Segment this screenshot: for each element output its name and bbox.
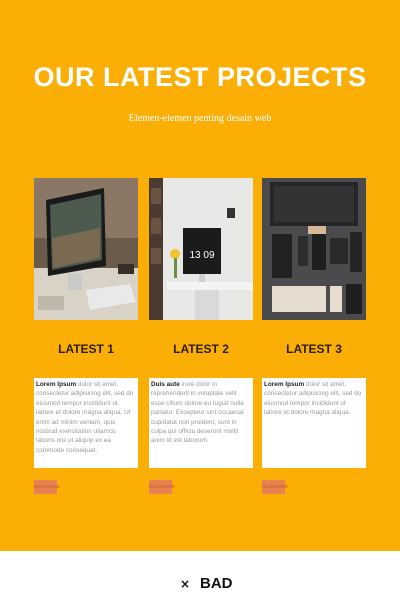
project-label: LATEST 2 [173,342,229,356]
project-description: Lorem Ipsum dolor sit amet, consectetur … [34,378,138,468]
section-title: OUR LATEST PROJECTS [33,62,367,92]
workspace-clock-image: 13 09 [149,178,253,320]
readmore-button[interactable]: READMORE [149,480,175,494]
close-icon[interactable]: × [180,577,190,591]
flatlay-desk-image [262,178,366,320]
project-label: LATEST 1 [58,342,114,356]
projects-section: OUR LATEST PROJECTS Elemen-elemen pentin… [0,0,400,551]
project-description: Lorem Ipsum dolor sit amet, consectetur … [262,378,366,468]
project-label: LATEST 3 [286,342,342,356]
clock-display: 13 09 [189,250,214,261]
readmore-button[interactable]: READMORE [34,480,60,494]
project-description: Duis aute irure dolor in reprehenderit i… [149,378,253,468]
readmore-button[interactable]: READMORE [262,480,288,494]
desk-monitor-image [34,178,138,320]
verdict-label: BAD [200,575,233,592]
section-subtitle: Elemen-elemen penting desain web [128,113,272,124]
